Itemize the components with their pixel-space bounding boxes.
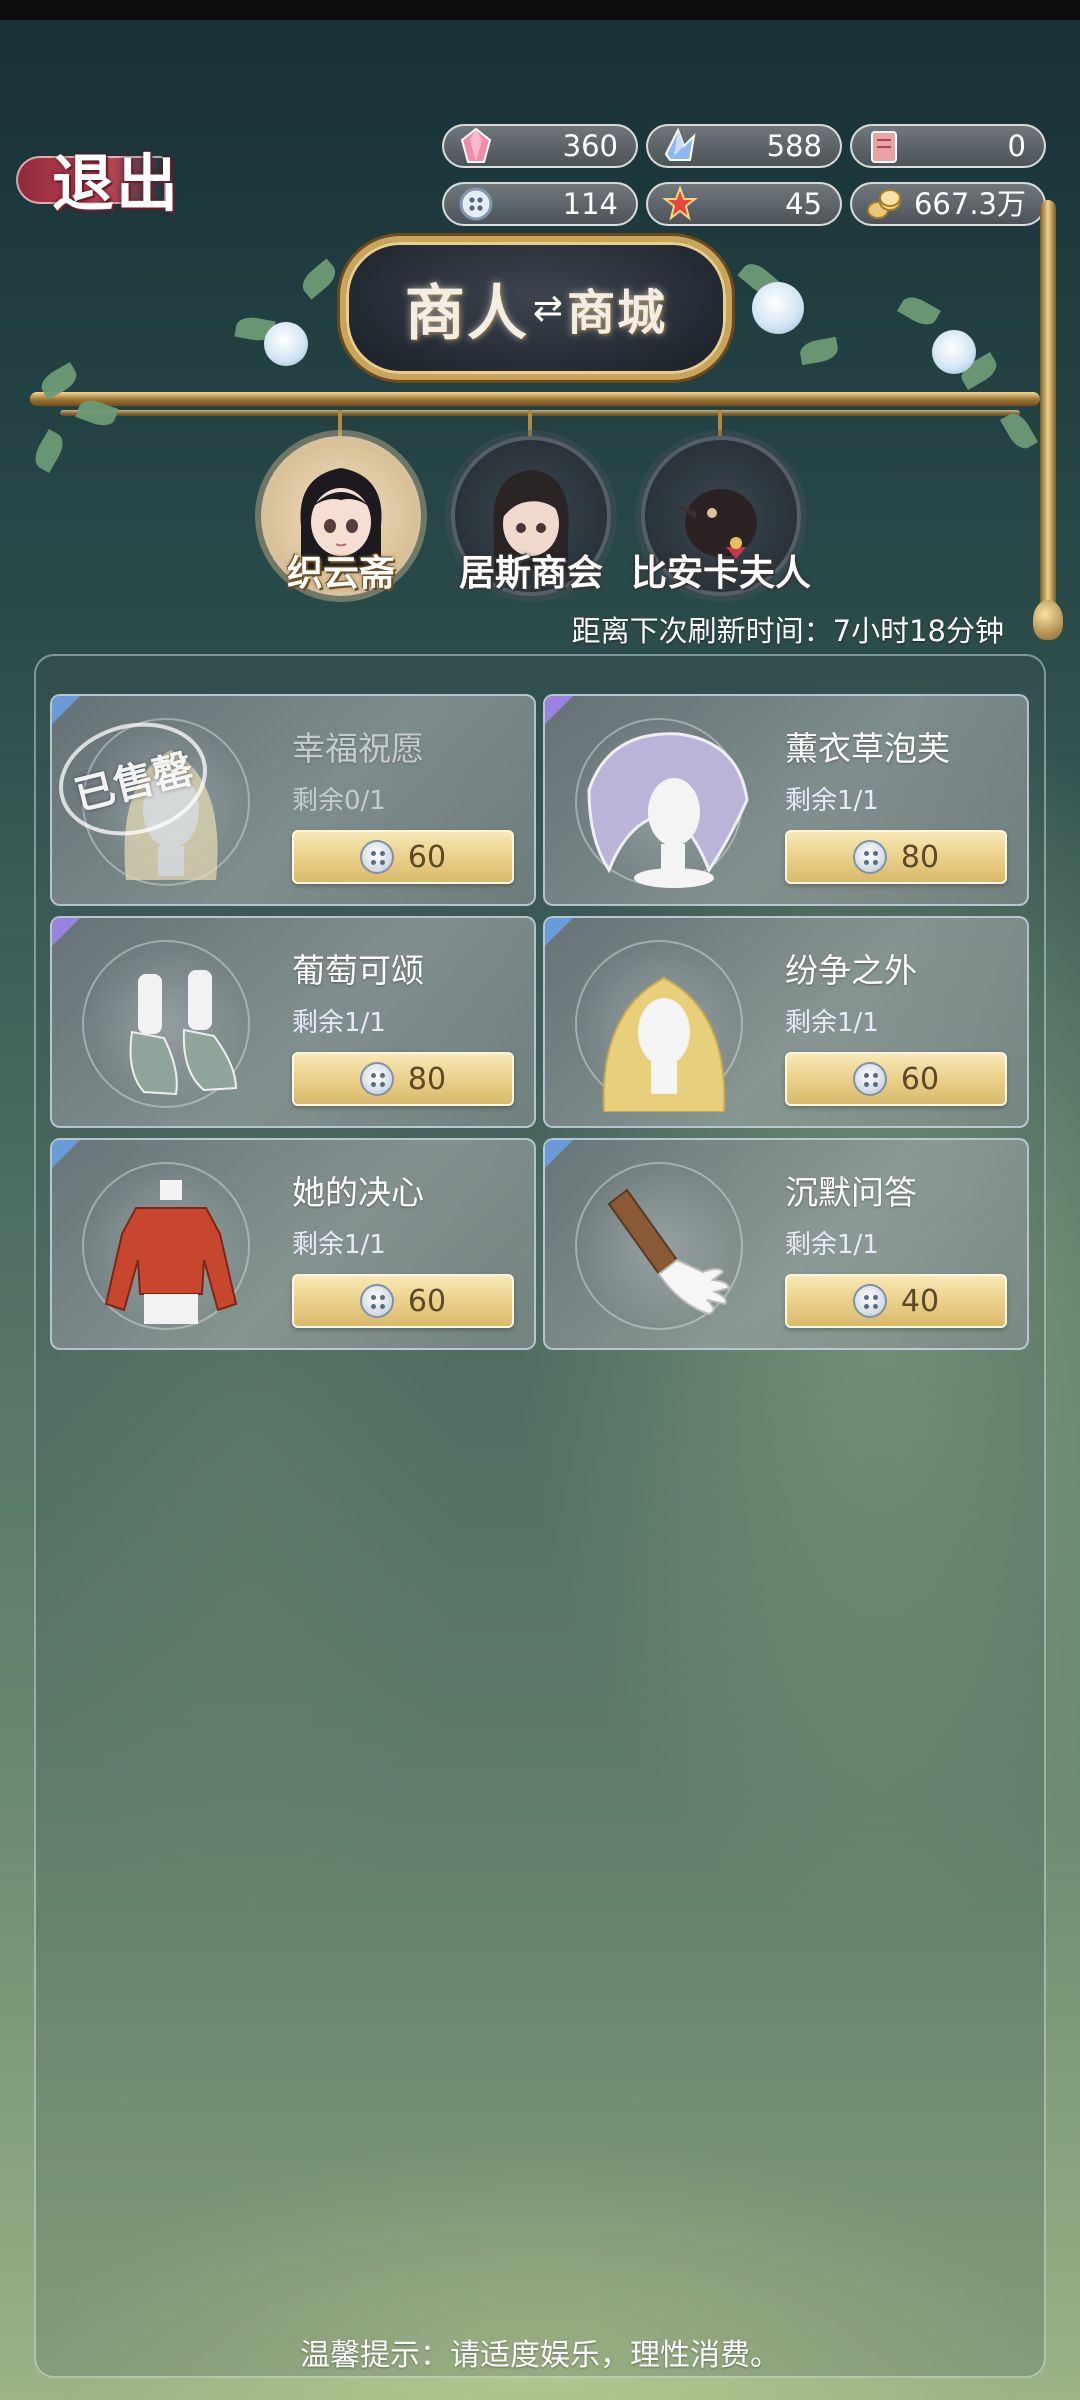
header-rail [30, 392, 1040, 406]
item-price: 60 [407, 1283, 447, 1319]
item-price: 80 [900, 839, 940, 875]
item-stock: 剩余1/1 [292, 1008, 386, 1038]
rarity-corner [52, 918, 80, 946]
item-card[interactable]: 葡萄可颂 剩余1/1 80 [50, 916, 536, 1128]
refresh-timer: 距离下次刷新时间：7小时18分钟 [571, 614, 1004, 648]
rarity-corner [545, 696, 573, 724]
item-name: 沉默问答 [785, 1173, 917, 1212]
item-card[interactable]: 沉默问答 剩余1/1 40 [543, 1138, 1029, 1350]
merchant-tab-zhiyunzhai[interactable]: 织云斋 [256, 436, 426, 606]
signpost [1040, 200, 1056, 630]
scroll-ticket-icon [860, 122, 908, 170]
glove-icon [607, 1188, 731, 1316]
gold-coin-icon [860, 180, 908, 228]
item-stock: 剩余1/1 [785, 786, 879, 816]
leaf-decoration [297, 258, 341, 300]
rarity-corner [52, 1140, 80, 1168]
buy-button[interactable]: 60 [292, 1274, 514, 1328]
item-card[interactable]: 薰衣草泡芙 剩余1/1 80 [543, 694, 1029, 906]
currency-value: 360 [562, 129, 618, 163]
swap-arrow-icon: ⇄ [532, 287, 564, 329]
item-name: 薰衣草泡芙 [785, 729, 950, 768]
rarity-corner [545, 1140, 573, 1168]
buy-button[interactable]: 80 [292, 1052, 514, 1106]
pink-gem-icon [452, 122, 500, 170]
leaf-decoration [29, 429, 69, 473]
item-price: 80 [407, 1061, 447, 1097]
shop-title-sign: 商人 ⇄ 商城 [340, 236, 732, 380]
currency-value: 114 [562, 187, 618, 221]
rose-decoration [264, 322, 308, 366]
buy-button[interactable]: 40 [785, 1274, 1007, 1328]
button-token-icon [359, 840, 394, 874]
moderation-tip: 温馨提示：请适度娱乐，理性消费。 [300, 2338, 780, 2373]
currency-scroll-ticket[interactable]: 0 [850, 124, 1046, 168]
rose-decoration [932, 330, 976, 374]
buy-button[interactable]: 60 [292, 830, 514, 884]
merchant-tab-bianca[interactable]: 比安卡夫人 [631, 436, 811, 606]
button-token-icon [359, 1062, 394, 1096]
blue-crystal-icon [656, 122, 704, 170]
currency-pink-gem[interactable]: 360 [442, 124, 638, 168]
shop-items-panel [34, 654, 1046, 2378]
currency-gold-coin[interactable]: 667.3万 [850, 182, 1046, 226]
status-bar [0, 0, 1080, 20]
item-stock: 剩余1/1 [785, 1008, 879, 1038]
item-card[interactable]: 她的决心 剩余1/1 60 [50, 1138, 536, 1350]
item-card[interactable]: 纷争之外 剩余1/1 60 [543, 916, 1029, 1128]
rarity-corner [545, 918, 573, 946]
button-token-icon [852, 840, 887, 874]
button-token-icon [852, 1062, 887, 1096]
exit-button[interactable]: 退出 [16, 138, 186, 220]
exit-label: 退出 [51, 147, 180, 220]
rarity-corner [52, 696, 80, 724]
merchant-label: 比安卡夫人 [630, 552, 811, 594]
item-name: 她的决心 [292, 1173, 424, 1212]
button-token-icon [852, 1284, 887, 1318]
title-merchant: 商人 [404, 278, 529, 349]
red-blouse-icon [104, 1180, 238, 1324]
blonde-hair-icon [602, 976, 726, 1112]
leaf-decoration [897, 291, 941, 331]
item-name: 葡萄可颂 [292, 951, 424, 990]
merchant-tab-jusi[interactable]: 居斯商会 [446, 436, 616, 606]
item-stock: 剩余0/1 [292, 786, 386, 816]
item-price: 60 [407, 839, 447, 875]
currency-red-star[interactable]: 45 [646, 182, 842, 226]
currency-value: 0 [1007, 129, 1026, 163]
button-token-icon [359, 1284, 394, 1318]
item-stock: 剩余1/1 [785, 1230, 879, 1260]
lace-bonnet-icon [587, 732, 749, 888]
item-price: 60 [900, 1061, 940, 1097]
item-name: 纷争之外 [785, 951, 917, 990]
red-star-icon [656, 180, 704, 228]
item-card[interactable]: 已售罄 幸福祝愿 剩余0/1 60 [50, 694, 536, 906]
signpost-knob [1033, 600, 1063, 640]
leaf-decoration [798, 336, 840, 366]
currency-blue-crystal[interactable]: 588 [646, 124, 842, 168]
item-price: 40 [900, 1283, 940, 1319]
buy-button[interactable]: 60 [785, 1052, 1007, 1106]
currency-value: 667.3万 [913, 187, 1026, 221]
item-stock: 剩余1/1 [292, 1230, 386, 1260]
title-mall: 商城 [567, 285, 668, 341]
currency-button-token[interactable]: 114 [442, 182, 638, 226]
button-token-icon [452, 180, 500, 228]
rose-decoration [752, 282, 804, 334]
buy-button[interactable]: 80 [785, 830, 1007, 884]
currency-value: 588 [766, 129, 822, 163]
currency-value: 45 [785, 187, 822, 221]
header-rail-lower [60, 410, 1020, 416]
shoes-icon [129, 970, 238, 1096]
leaf-decoration [999, 409, 1039, 453]
sold-out-label: 已售罄 [69, 745, 198, 820]
item-name: 幸福祝愿 [292, 729, 424, 768]
